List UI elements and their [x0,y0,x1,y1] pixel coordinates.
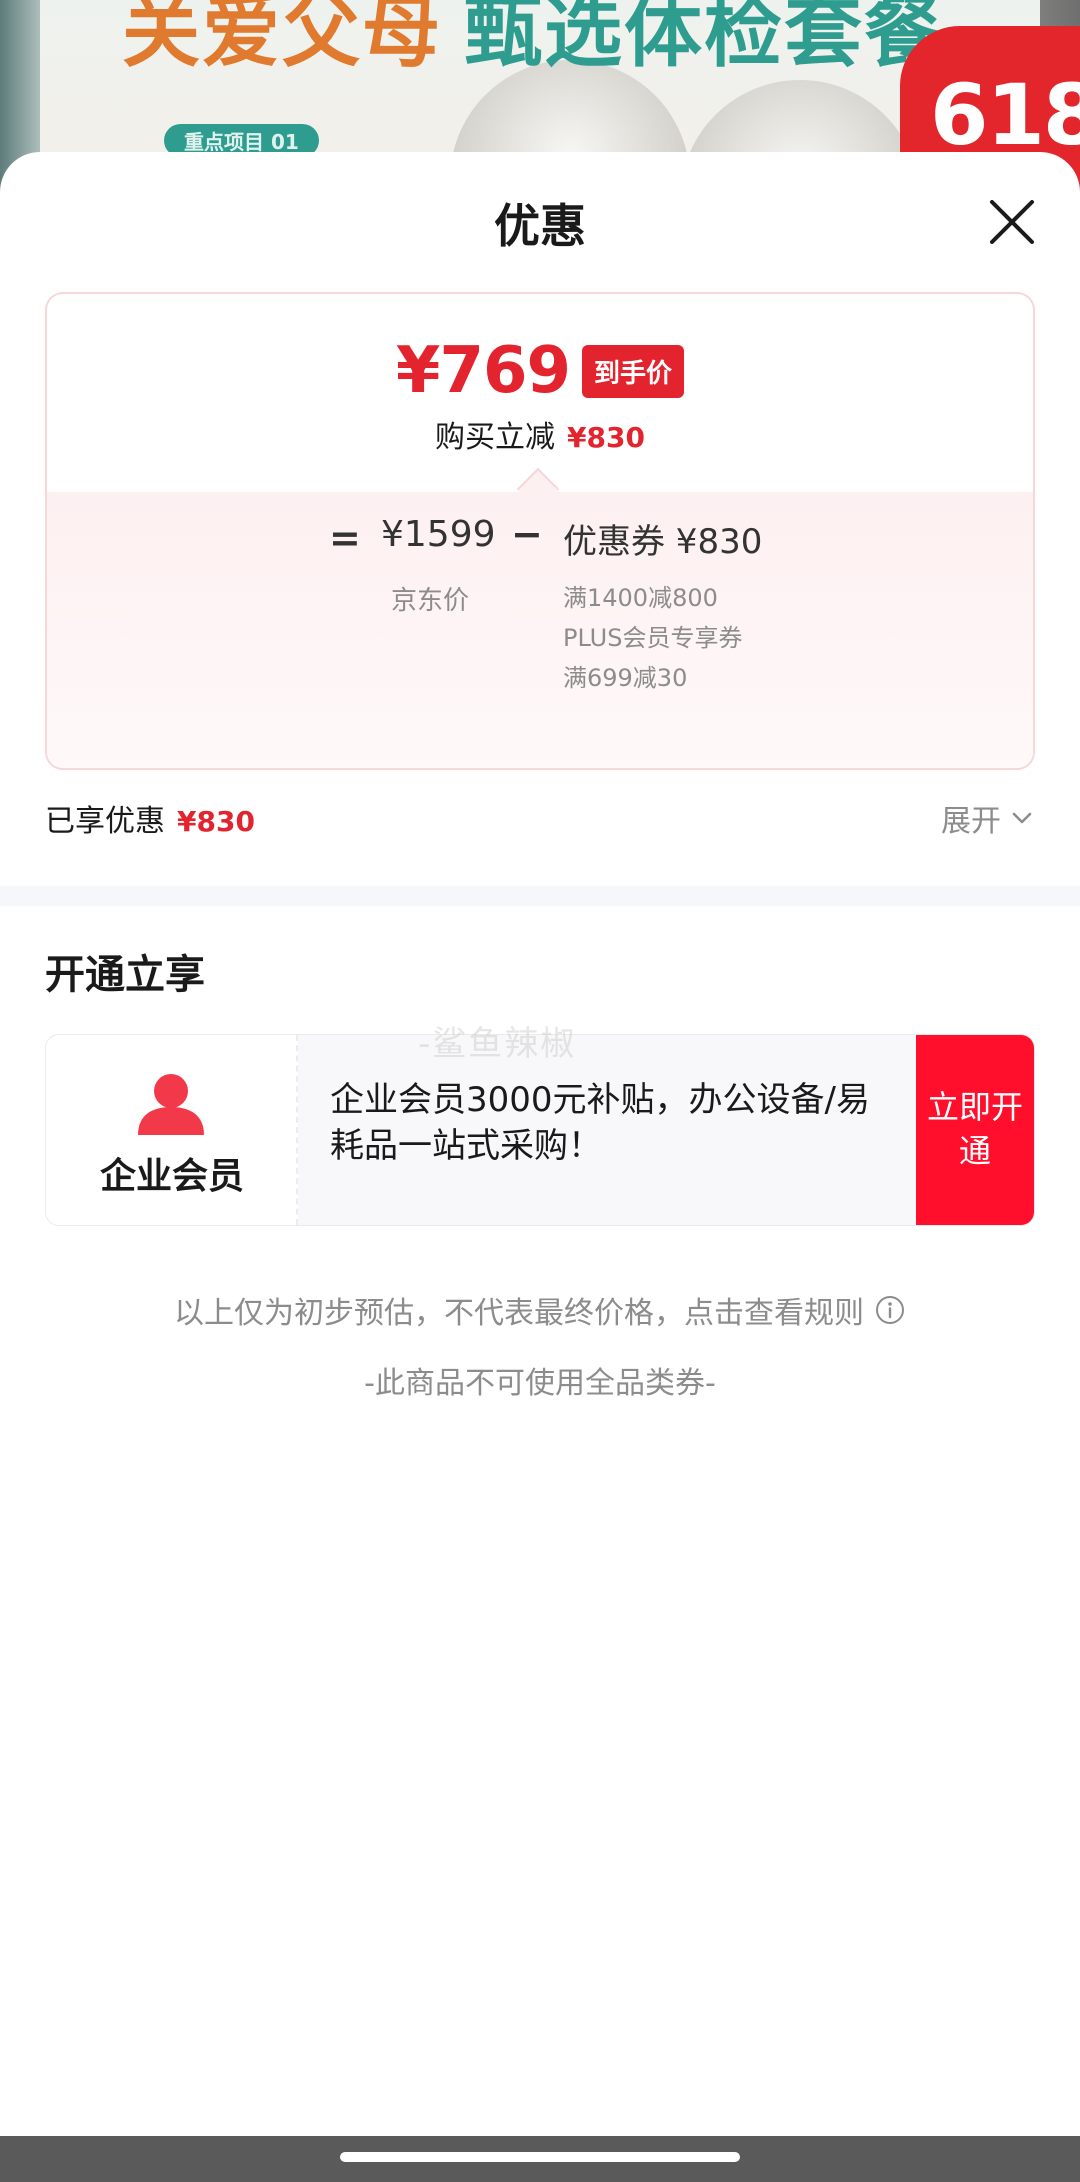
member-description: 企业会员3000元补贴，办公设备/易耗品一站式采购！ [330,1080,870,1166]
system-nav-bar [0,2136,1080,2182]
jd-price: ¥1599 [381,514,496,555]
banner-title-part2: 甄选体检套餐 [464,0,945,78]
member-name: 企业会员 [99,1156,244,1197]
coupon-item: 满1400减800 [563,584,718,612]
enjoyed-discount: 已享优惠 ¥830 [45,796,255,840]
reduce-label: 购买立减 [435,420,556,455]
home-indicator[interactable] [340,2152,740,2162]
activate-now-button[interactable]: 立即开通 [916,1035,1034,1225]
equals-sign: = [329,516,361,560]
close-button[interactable] [984,194,1040,250]
reduce-value: ¥830 [567,421,645,454]
coupon-restriction-note: -此商品不可使用全品类券- [364,1366,716,1401]
section-divider [0,886,1080,906]
enjoyed-value: ¥830 [177,805,255,838]
expand-button[interactable]: 展开 [941,796,1035,840]
coupon-item: 满699减30 [563,664,688,692]
banner-title-part1: 关爱父母 [122,0,443,78]
final-price-row: ¥769 到手价 [47,334,1033,408]
close-icon [990,200,1034,244]
price-breakdown-card: ¥769 到手价 购买立减 ¥830 = ¥1599 京东价 − 优惠券 ¥830… [45,292,1035,770]
member-card-left: 企业会员 [46,1035,298,1225]
section-title: 开通立享 [45,952,205,998]
enjoyed-label: 已享优惠 [45,804,165,839]
final-price-tag: 到手价 [582,344,685,398]
user-icon [136,1071,206,1137]
coupon-list: 满1400减800 PLUS会员专享券 满699减30 [563,580,773,700]
coupon-total: 优惠券 ¥830 [563,522,763,562]
rules-note-text: 以上仅为初步预估，不代表最终价格，点击查看规则 [174,1296,864,1331]
rules-note[interactable]: 以上仅为初步预估，不代表最终价格，点击查看规则 [0,1288,1080,1332]
banner-title: 关爱父母 甄选体检套餐 [122,0,944,82]
watermark-text: -鲨鱼辣椒 [418,1024,577,1064]
sheet-title: 优惠 [494,199,586,253]
discount-sheet: 优惠 ¥769 到手价 购买立减 ¥830 = ¥1599 京东价 − 优惠券 ¥… [0,152,1080,2182]
chevron-down-icon [1012,812,1032,824]
final-price: ¥769 [395,334,571,408]
info-icon [876,1296,904,1324]
reduce-row: 购买立减 ¥830 [47,412,1033,456]
minus-sign: − [511,512,543,556]
expand-label: 展开 [941,804,1001,839]
coupon-item: PLUS会员专享券 [563,624,743,652]
jd-price-label: 京东价 [391,586,470,616]
